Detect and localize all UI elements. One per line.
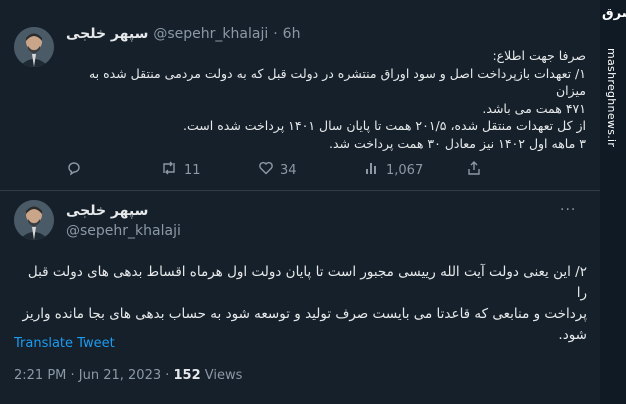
tweet2-body: ۲/ این یعنی دولت آیت الله رییسی مجبور اس…	[14, 262, 587, 346]
tweet-line: پرداخت و منابعی که قاعدتا می بایست صرف ت…	[22, 306, 587, 322]
more-options-button[interactable]: ···	[560, 202, 576, 218]
watermark-strip: مشرق mashreghnews.ir	[600, 0, 626, 404]
views-count: 1,067	[386, 162, 424, 178]
share-button[interactable]	[466, 160, 482, 180]
tweet-timestamp[interactable]: 2:21 PM · Jun 21, 2023 ·	[14, 368, 174, 383]
tweet-line: ۳ ماهه اول ۱۴۰۲ نیز معادل ۳۰ همت پرداخت …	[328, 135, 586, 151]
reply-icon	[66, 160, 82, 180]
like-button[interactable]: 34	[258, 160, 297, 180]
like-count: 34	[280, 162, 297, 178]
views-icon	[364, 160, 380, 180]
views-button[interactable]: 1,067	[364, 160, 423, 180]
tweet1-body: صرفا جهت اطلاع: ۱/ تعهدات بازپرداخت اصل …	[66, 47, 586, 152]
avatar[interactable]	[14, 200, 54, 240]
handle[interactable]: @sepehr_khalaji	[66, 223, 181, 239]
display-name[interactable]: سپهر خلجی	[66, 26, 148, 42]
views-label: Views	[200, 368, 243, 383]
reply-button[interactable]	[66, 160, 88, 180]
tweet-line: از کل تعهدات منتقل شده، ۲۰۱/۵ همت تا پای…	[183, 118, 586, 133]
retweet-icon	[160, 160, 178, 180]
tweet1-header: سپهر خلجی @sepehr_khalaji · 6h	[66, 26, 300, 42]
retweet-button[interactable]: 11	[160, 160, 201, 180]
tweet-line: ۱/ تعهدات بازپرداخت اصل و سود اوراق منتش…	[88, 65, 586, 99]
heart-icon	[258, 160, 274, 180]
display-name[interactable]: سپهر خلجی	[66, 203, 148, 219]
handle[interactable]: @sepehr_khalaji	[153, 26, 268, 42]
watermark-text: mashreghnews.ir	[605, 48, 618, 148]
tweet-meta: 2:21 PM · Jun 21, 2023 · 152 Views	[14, 368, 242, 383]
tweet-line: ۲/ این یعنی دولت آیت الله رییسی مجبور اس…	[27, 264, 587, 301]
tweet-time[interactable]: 6h	[283, 26, 301, 42]
translate-tweet-link[interactable]: Translate Tweet	[14, 336, 115, 351]
divider	[0, 190, 600, 191]
mashregh-logo: مشرق	[602, 6, 626, 21]
avatar[interactable]	[14, 27, 54, 67]
share-icon	[466, 160, 482, 180]
retweet-count: 11	[184, 162, 201, 178]
tweet1-actions: 11 34 1,067	[66, 160, 506, 180]
tweet-line: ۴۷۱ همت می باشد.	[482, 100, 586, 116]
tweet-line: صرفا جهت اطلاع:	[492, 48, 586, 63]
views-total: 152	[173, 368, 201, 383]
separator: ·	[273, 26, 278, 42]
